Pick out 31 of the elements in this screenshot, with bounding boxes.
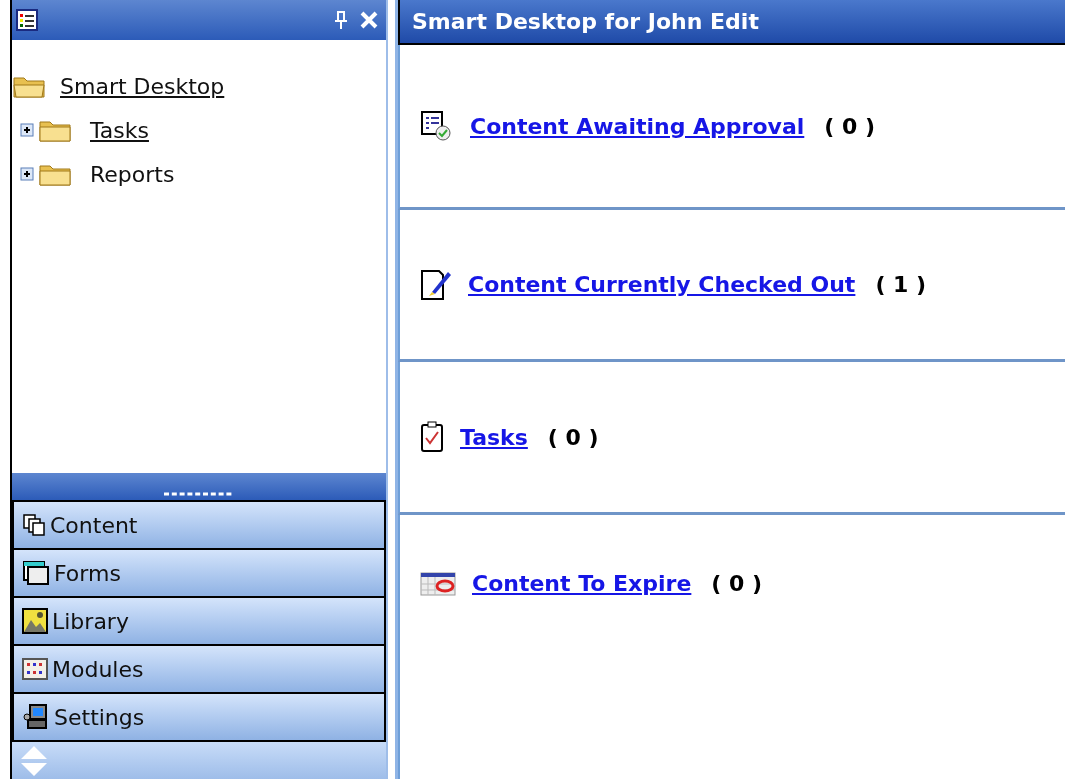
section-button[interactable]: Settings xyxy=(12,692,386,742)
section-button[interactable]: Content xyxy=(12,500,386,550)
pin-icon[interactable] xyxy=(334,10,348,30)
item-link[interactable]: Content Currently Checked Out xyxy=(468,268,856,301)
section-button[interactable]: Modules xyxy=(12,644,386,694)
item-link[interactable]: Content Awaiting Approval xyxy=(470,109,805,143)
section-button[interactable]: Library xyxy=(12,596,386,646)
tree-link[interactable]: Smart Desktop xyxy=(60,69,225,103)
list-icon[interactable] xyxy=(16,9,38,31)
tree-link[interactable]: Tasks xyxy=(90,113,149,147)
item-link[interactable]: Content To Expire xyxy=(472,567,692,600)
landscape-image-icon xyxy=(22,608,48,634)
expand-icon[interactable] xyxy=(20,167,34,181)
window-title: Smart Desktop for John Edit xyxy=(412,8,759,36)
computer-icon xyxy=(22,703,50,731)
section-button[interactable]: Forms xyxy=(12,548,386,598)
item-count: ( 0 ) xyxy=(711,570,763,598)
expand-icon[interactable] xyxy=(20,123,34,137)
item-count: ( 1 ) xyxy=(875,271,927,299)
item-count: ( 0 ) xyxy=(824,112,876,141)
page-pen-icon xyxy=(420,267,452,302)
grip-icon[interactable] xyxy=(164,492,234,496)
clipboard-check-icon xyxy=(420,421,444,453)
pages-icon xyxy=(22,513,46,537)
grid-icon xyxy=(22,658,48,680)
checked-list-icon xyxy=(420,110,454,142)
windows-icon xyxy=(22,560,50,586)
item-count: ( 0 ) xyxy=(547,423,599,452)
item-link[interactable]: Tasks xyxy=(460,420,528,454)
tree-item[interactable]: Reports xyxy=(90,157,175,191)
close-icon[interactable] xyxy=(360,11,378,29)
